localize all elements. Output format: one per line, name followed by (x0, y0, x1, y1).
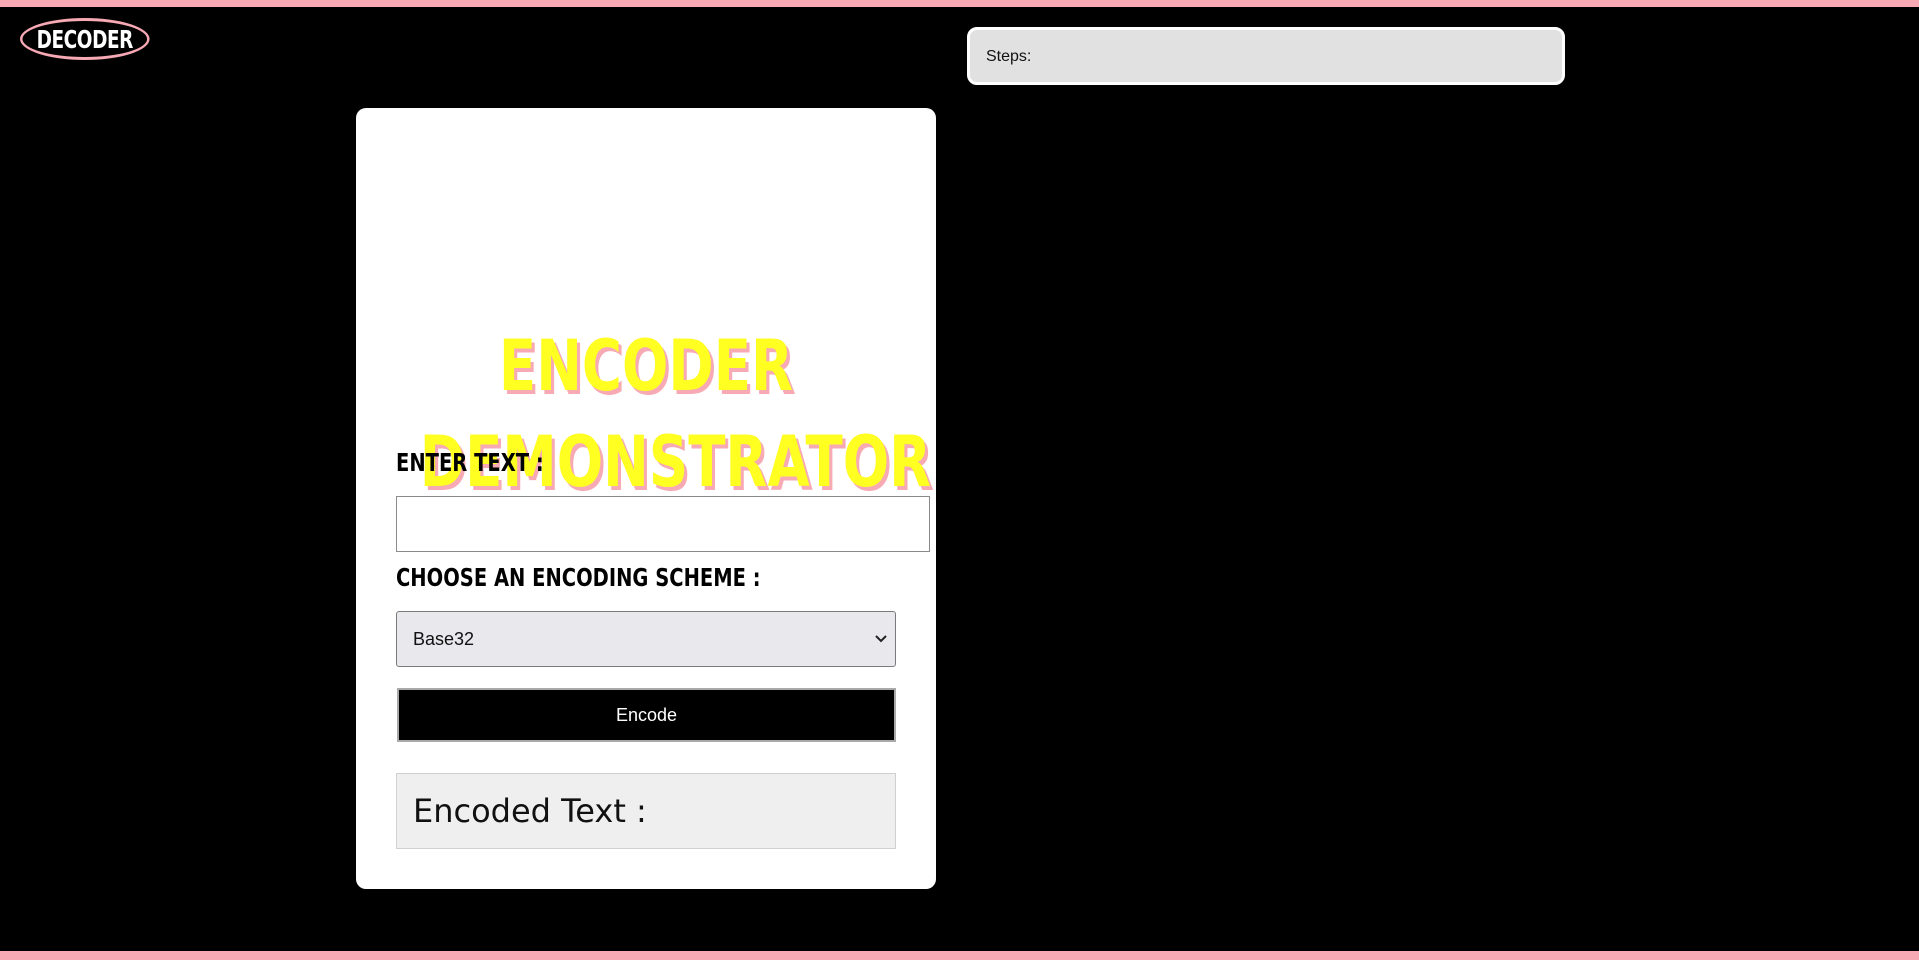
encoding-scheme-select[interactable]: Base32 (396, 611, 896, 667)
encoded-text-label: Encoded Text : (413, 792, 647, 830)
steps-label: Steps: (986, 48, 1032, 65)
page: DECODER Steps: ENCODER DEMONSTRATOR ENTE… (0, 0, 1919, 960)
decoder-nav-button[interactable]: DECODER (20, 18, 150, 60)
choose-scheme-label: CHOOSE AN ENCODING SCHEME : (396, 563, 761, 592)
top-accent-bar (0, 0, 1919, 7)
encoding-scheme-value: Base32 (413, 628, 475, 649)
encoded-output-box: Encoded Text : (396, 773, 896, 849)
enter-text-label: ENTER TEXT : (396, 448, 544, 477)
steps-panel: Steps: (967, 27, 1565, 85)
decoder-nav-label: DECODER (36, 24, 134, 54)
chevron-down-icon (875, 632, 887, 646)
title-line-1: ENCODER (498, 325, 794, 407)
encode-button[interactable]: Encode (397, 688, 896, 742)
text-input[interactable] (396, 496, 930, 552)
bottom-accent-bar (0, 951, 1919, 960)
page-title: ENCODER DEMONSTRATOR (356, 318, 936, 510)
